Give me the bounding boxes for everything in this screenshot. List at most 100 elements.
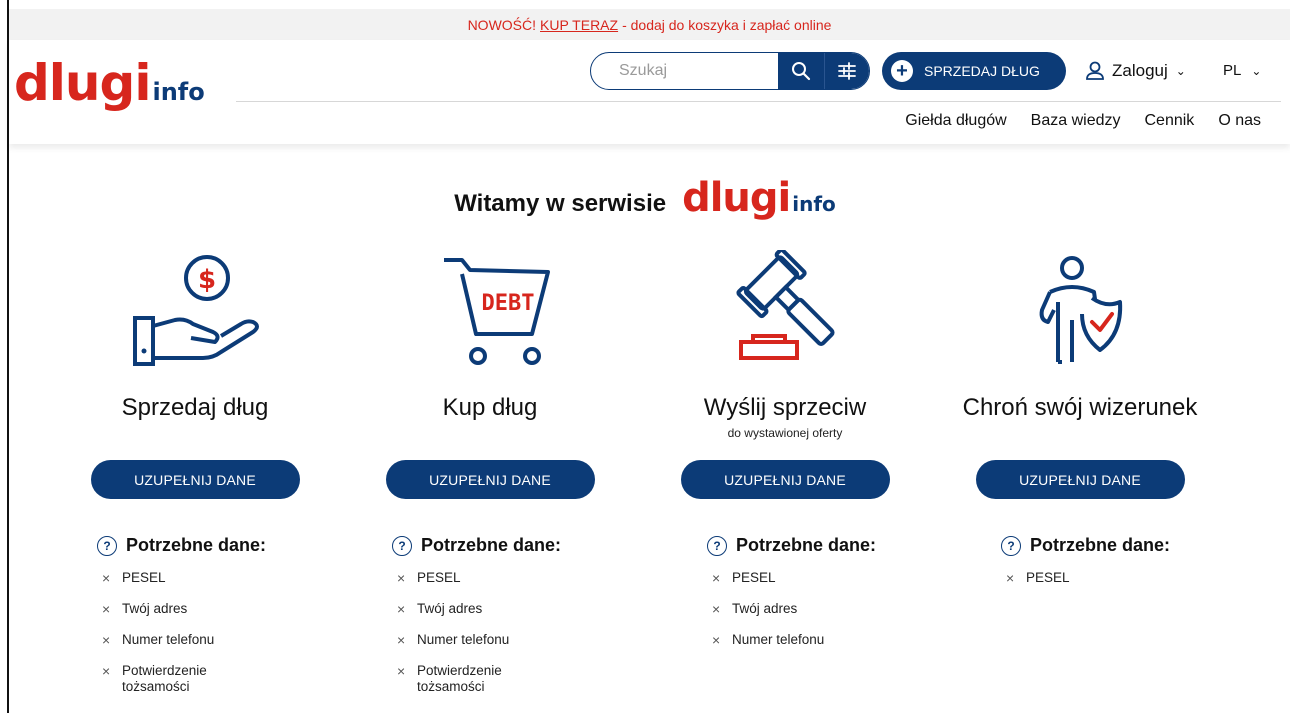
- requirement-label: PESEL: [122, 570, 166, 585]
- fill-data-button[interactable]: UZUPEŁNIJ DANE: [90, 460, 300, 499]
- login-menu[interactable]: Zaloguj ⌄: [1084, 60, 1186, 82]
- nav-knowledge-base[interactable]: Baza wiedzy: [1031, 112, 1121, 130]
- cart-label: DEBT: [482, 291, 535, 316]
- welcome-text: Witamy w serwisie: [454, 190, 667, 217]
- card-protect-image: Chroń swój wizerunek UZUPEŁNIJ DANE ? Po…: [930, 245, 1230, 601]
- requirements-block: ? Potrzebne dane: × PESEL × Twój adres × Nu…: [392, 535, 640, 695]
- language-select[interactable]: PL ⌄: [1223, 62, 1261, 79]
- search-input[interactable]: [591, 53, 778, 89]
- sell-debt-button[interactable]: + SPRZEDAJ DŁUG: [882, 52, 1066, 90]
- requirement-label: Twój adres: [417, 601, 483, 616]
- user-icon: [1086, 61, 1104, 80]
- requirements-block: ? Potrzebne dane: × PESEL × Twój adres × Nu…: [97, 535, 345, 695]
- person-shield-icon: [1039, 256, 1123, 364]
- close-icon: ×: [397, 601, 406, 617]
- card-title: Sprzedaj dług: [121, 394, 269, 421]
- welcome-logo-main: dlugi: [682, 175, 791, 221]
- nav-debt-exchange[interactable]: Giełda długów: [905, 112, 1006, 130]
- welcome-logo-sub: info: [792, 192, 836, 216]
- list-item: × Numer telefonu: [102, 632, 345, 648]
- card-subtitle: [45, 426, 345, 442]
- list-item: × Twój adres: [712, 601, 935, 617]
- requirement-label: PESEL: [1026, 570, 1070, 585]
- fill-data-button[interactable]: UZUPEŁNIJ DANE: [680, 460, 890, 499]
- close-icon: ×: [1006, 570, 1015, 586]
- nav-about[interactable]: O nas: [1218, 112, 1261, 130]
- hand-dollar-icon: $: [133, 255, 259, 366]
- svg-text:$: $: [198, 265, 216, 295]
- requirement-label: Numer telefonu: [122, 632, 215, 647]
- list-item: × Twój adres: [397, 601, 640, 617]
- site-logo[interactable]: dlugi info: [14, 53, 205, 113]
- requirements-heading: ? Potrzebne dane:: [392, 535, 640, 556]
- requirement-label: Potwierdzenie tożsamości: [122, 663, 207, 694]
- nav-pricing[interactable]: Cennik: [1145, 112, 1195, 130]
- close-icon: ×: [712, 601, 721, 617]
- header-divider: [236, 101, 1281, 102]
- requirements-heading-label: Potrzebne dane:: [421, 535, 562, 555]
- requirements-heading: ? Potrzebne dane:: [97, 535, 345, 556]
- main-nav: Giełda długów Baza wiedzy Cennik O nas: [905, 112, 1261, 130]
- requirements-heading-label: Potrzebne dane:: [736, 535, 877, 555]
- promo-suffix: - dodaj do koszyka i zapłać online: [622, 16, 832, 33]
- list-item: × Numer telefonu: [712, 632, 935, 648]
- close-icon: ×: [397, 632, 406, 648]
- promo-bar: NOWOŚĆ! KUP TERAZ - dodaj do koszyka i z…: [9, 9, 1290, 40]
- list-item: × Potwierdzenie tożsamości: [102, 663, 345, 695]
- sliders-icon: [837, 62, 856, 80]
- debt-cart-icon: DEBT: [444, 258, 550, 365]
- search-icon: [791, 62, 810, 81]
- requirement-label: Numer telefonu: [732, 632, 825, 647]
- search-button[interactable]: [778, 53, 824, 89]
- requirements-list: × PESEL × Twój adres × Numer telefonu × Potw…: [392, 570, 640, 695]
- card-title: Wyślij sprzeciw: [703, 394, 867, 421]
- list-item: × Potwierdzenie tożsamości: [397, 663, 640, 695]
- fill-data-button[interactable]: UZUPEŁNIJ DANE: [385, 460, 595, 499]
- close-icon: ×: [102, 601, 111, 617]
- fill-data-button[interactable]: UZUPEŁNIJ DANE: [975, 460, 1185, 499]
- login-label: Zaloguj: [1112, 61, 1168, 80]
- welcome-heading: Witamy w serwisie dlugi info: [0, 175, 1290, 221]
- filters-button[interactable]: [823, 53, 869, 89]
- close-icon: ×: [102, 663, 111, 679]
- list-item: × PESEL: [1006, 570, 1230, 586]
- requirement-label: Potwierdzenie tożsamości: [417, 663, 502, 694]
- card-buy-debt: DEBT Kup dług UZUPEŁNIJ DANE ? Potrzebne…: [340, 245, 640, 710]
- promo-prefix: NOWOŚĆ!: [467, 16, 537, 33]
- requirements-heading-label: Potrzebne dane:: [1030, 535, 1171, 555]
- requirement-label: PESEL: [417, 570, 461, 585]
- gavel-icon: [736, 250, 835, 360]
- close-icon: ×: [397, 663, 406, 679]
- list-item: × Twój adres: [102, 601, 345, 617]
- question-icon: ?: [707, 535, 727, 556]
- card-icon-wrap: $: [45, 245, 345, 375]
- requirements-block: ? Potrzebne dane: × PESEL × Twój adres × Nu…: [707, 535, 935, 648]
- question-icon: ?: [1001, 535, 1021, 556]
- question-icon: ?: [97, 535, 117, 556]
- list-item: × PESEL: [397, 570, 640, 586]
- requirements-list: × PESEL × Twój adres × Numer telefonu × Potw…: [97, 570, 345, 695]
- requirements-list: × PESEL: [1001, 570, 1230, 586]
- close-icon: ×: [397, 570, 406, 586]
- card-sell-debt: $ Sprzedaj dług UZUPEŁNIJ DANE ? Potrzeb…: [45, 245, 345, 710]
- chevron-down-icon: ⌄: [1251, 63, 1262, 78]
- list-item: × PESEL: [102, 570, 345, 586]
- requirement-label: PESEL: [732, 570, 776, 585]
- chevron-down-icon: ⌄: [1175, 64, 1186, 78]
- requirements-list: × PESEL × Twój adres × Numer telefonu: [707, 570, 935, 648]
- card-icon-wrap: [635, 245, 935, 375]
- promo-buy-now-link[interactable]: KUP TERAZ: [540, 17, 618, 33]
- search-box: [590, 52, 870, 90]
- list-item: × Numer telefonu: [397, 632, 640, 648]
- list-item: × PESEL: [712, 570, 935, 586]
- close-icon: ×: [102, 632, 111, 648]
- card-subtitle: do wystawionej oferty: [727, 426, 843, 440]
- requirements-heading: ? Potrzebne dane:: [707, 535, 935, 556]
- logo-main-text: dlugi: [14, 54, 151, 112]
- requirements-heading-label: Potrzebne dane:: [126, 535, 267, 555]
- card-send-objection: Wyślij sprzeciw do wystawionej oferty UZ…: [635, 245, 935, 663]
- requirement-label: Twój adres: [732, 601, 798, 616]
- site-header: dlugi info + SPRZEDAJ DŁUG: [9, 40, 1290, 144]
- question-icon: ?: [392, 535, 412, 556]
- card-title: Kup dług: [442, 394, 538, 421]
